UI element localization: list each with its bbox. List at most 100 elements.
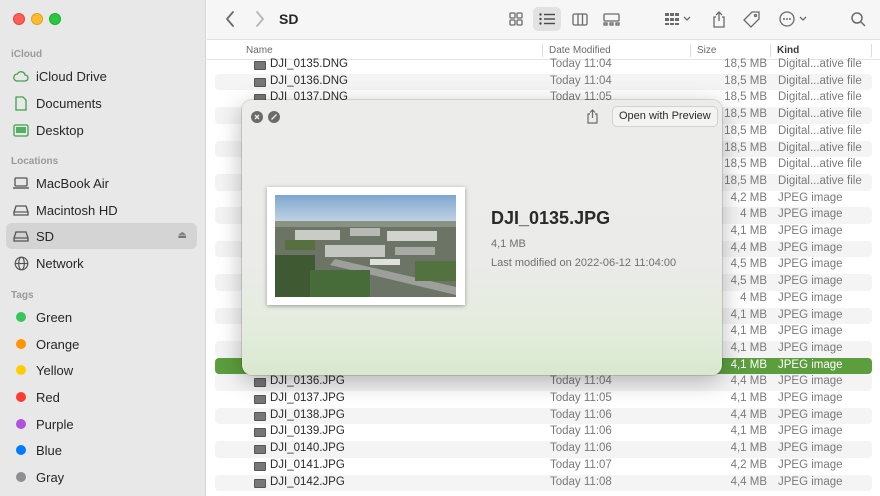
column-header-kind[interactable]: Kind [777, 45, 799, 56]
sidebar: iCloud iCloud Drive Documents Desktop Locati… [0, 0, 206, 496]
columns-icon [572, 12, 588, 26]
sidebar-item-network[interactable]: Network [6, 250, 197, 276]
column-divider[interactable] [690, 44, 691, 57]
file-row[interactable]: DJI_0136.DNG Today 11:04 18,5 MB Digital...… [215, 73, 872, 91]
column-view-button[interactable] [568, 7, 592, 31]
share-button[interactable] [709, 7, 729, 31]
tag-icon [742, 10, 760, 28]
file-row[interactable]: DJI_0142.JPG Today 11:08 4,4 MB JPEG image [215, 474, 872, 492]
list-view-button[interactable] [533, 7, 561, 31]
image-file-icon [254, 395, 266, 404]
sidebar-item-orange[interactable]: Orange [6, 331, 197, 357]
file-name: DJI_0136.DNG [270, 74, 348, 87]
image-file-icon [254, 445, 266, 455]
sidebar-item-macbook-air[interactable]: MacBook Air [6, 170, 197, 196]
minimize-window-button[interactable] [31, 13, 43, 25]
file-row[interactable]: DJI_0135.DNG Today 11:04 18,5 MB Digital...… [215, 58, 872, 74]
sidebar-item-icloud-drive[interactable]: iCloud Drive [6, 63, 197, 89]
back-button[interactable] [221, 7, 239, 31]
search-icon [850, 11, 866, 27]
file-size: 18,5 MB [724, 108, 767, 121]
grid-icon [509, 12, 523, 26]
tags-button[interactable] [740, 7, 762, 31]
file-kind: JPEG image [778, 208, 843, 221]
image-file-icon [254, 378, 266, 388]
file-date-modified: Today 11:04 [550, 74, 612, 87]
sidebar-item-documents[interactable]: Documents [6, 90, 197, 116]
column-header-date[interactable]: Date Modified [549, 45, 611, 56]
file-size: 18,5 MB [724, 174, 767, 187]
preview-modified-date: Last modified on 2022-06-12 11:04:00 [491, 257, 677, 269]
file-kind: JPEG image [778, 425, 843, 438]
quick-look-share-button[interactable] [586, 109, 599, 127]
aerial-photo [275, 195, 456, 297]
sidebar-item-label: SD [36, 228, 55, 244]
file-size: 4,5 MB [730, 275, 767, 288]
sidebar-item-yellow[interactable]: Yellow [6, 357, 197, 383]
sidebar-item-label: Yellow [36, 362, 74, 378]
column-divider[interactable] [542, 44, 543, 57]
sidebar-item-label: Macintosh HD [36, 202, 118, 218]
sidebar-item-label: Documents [36, 95, 102, 111]
gallery-view-button[interactable] [599, 7, 623, 31]
group-icon [665, 13, 691, 25]
tag-color-dot-icon [16, 445, 26, 455]
sidebar-item-gray[interactable]: Gray [6, 464, 197, 490]
file-date-modified: Today 11:04 [550, 375, 612, 388]
file-kind: Digital...ative file [778, 74, 862, 87]
globe-icon [12, 255, 30, 271]
image-file-icon [254, 428, 266, 438]
file-row[interactable]: DJI_0136.JPG Today 11:04 4,4 MB JPEG image [215, 374, 872, 391]
sidebar-item-blue[interactable]: Blue [6, 437, 197, 463]
cloud-icon [12, 68, 30, 84]
close-window-button[interactable] [13, 13, 25, 25]
sidebar-item-green[interactable]: Green [6, 304, 197, 330]
file-date-modified: Today 11:06 [550, 425, 612, 438]
file-kind: Digital...ative file [778, 124, 862, 137]
icon-view-button[interactable] [504, 7, 528, 31]
column-divider[interactable] [770, 44, 771, 57]
file-kind: Digital...ative file [778, 174, 862, 187]
column-header-size[interactable]: Size [697, 45, 716, 56]
column-divider[interactable] [871, 44, 872, 57]
file-size: 4,1 MB [730, 325, 767, 338]
file-kind: JPEG image [778, 341, 843, 354]
sidebar-item-label: Purple [36, 416, 74, 432]
file-name: DJI_0135.DNG [270, 58, 348, 70]
sidebar-item-label: Desktop [36, 122, 84, 138]
file-size: 18,5 MB [724, 124, 767, 137]
image-file-icon [254, 478, 266, 488]
zoom-window-button[interactable] [49, 13, 61, 25]
file-row[interactable]: DJI_0141.JPG Today 11:07 4,2 MB JPEG image [215, 458, 872, 475]
share-icon [713, 10, 725, 28]
tag-color-dot-icon [16, 392, 26, 402]
file-row[interactable]: DJI_0137.JPG Today 11:05 4,1 MB JPEG image [215, 391, 872, 408]
sidebar-item-red[interactable]: Red [6, 384, 197, 410]
column-header-name[interactable]: Name [246, 45, 273, 56]
file-row[interactable]: DJI_0139.JPG Today 11:06 4,1 MB JPEG image [215, 424, 872, 441]
file-row[interactable]: DJI_0140.JPG Today 11:06 4,1 MB JPEG image [215, 441, 872, 458]
file-size: 4,1 MB [730, 358, 767, 371]
file-date-modified: Today 11:06 [550, 442, 612, 455]
open-with-preview-button[interactable]: Open with Preview [612, 106, 718, 127]
group-button[interactable] [663, 7, 695, 31]
file-row[interactable]: DJI_0138.JPG Today 11:06 4,4 MB JPEG image [215, 407, 872, 425]
sidebar-item-desktop[interactable]: Desktop [6, 117, 197, 143]
sidebar-item-purple[interactable]: Purple [6, 411, 197, 437]
disk-icon [12, 228, 30, 244]
search-button[interactable] [847, 7, 869, 31]
eject-icon[interactable]: ⏏ [178, 230, 187, 241]
image-file-icon [254, 61, 266, 70]
gallery-icon [602, 12, 620, 26]
file-name: DJI_0142.JPG [270, 475, 345, 488]
image-thumbnail [267, 187, 465, 305]
close-icon [254, 114, 260, 120]
quick-look-fullscreen-button[interactable] [268, 111, 280, 123]
file-name: DJI_0140.JPG [270, 442, 345, 455]
forward-button[interactable] [251, 7, 269, 31]
sidebar-item-sd[interactable]: SD ⏏ [6, 223, 197, 249]
sidebar-item-macintosh-hd[interactable]: Macintosh HD [6, 197, 197, 223]
action-button[interactable] [777, 7, 811, 31]
quick-look-close-button[interactable] [251, 111, 263, 123]
file-size: 4 MB [740, 291, 767, 304]
